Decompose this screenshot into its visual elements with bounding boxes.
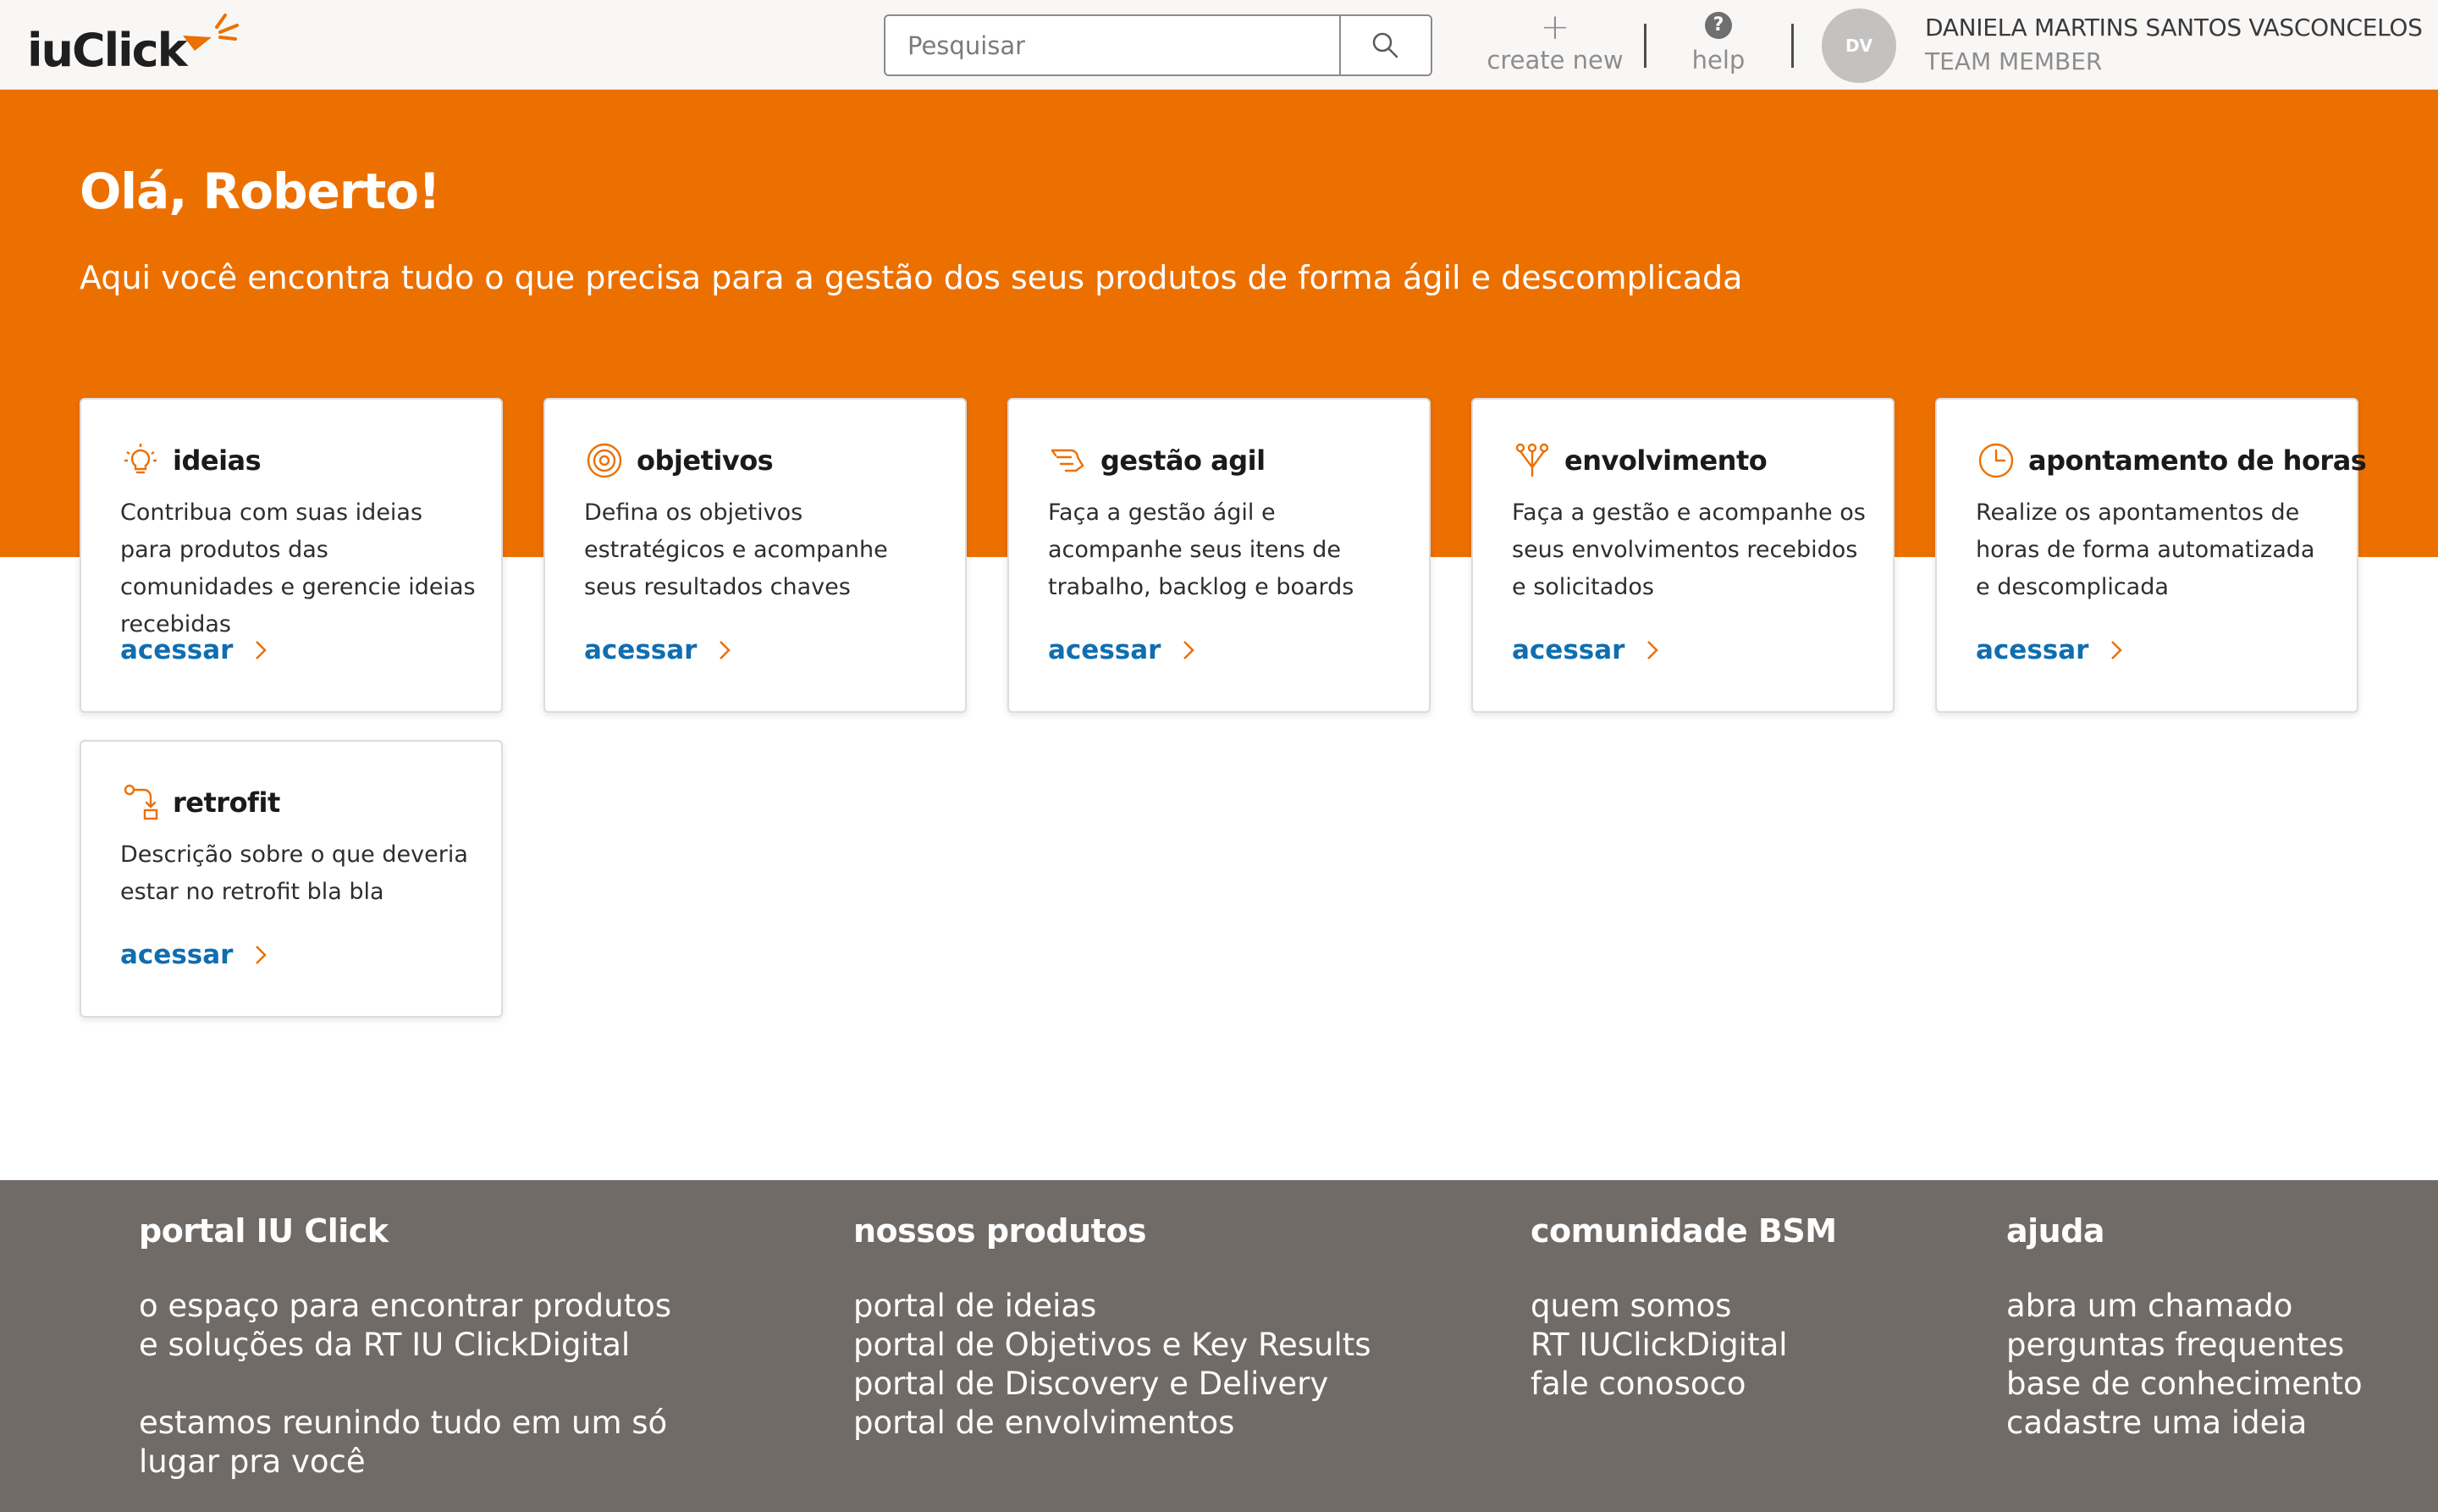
card-description: Realize os apontamentos de horas de form…	[1976, 499, 2315, 600]
card-description: Defina os objetivos estratégicos e acomp…	[584, 499, 888, 600]
branch-icon	[1512, 440, 1553, 481]
chevron-right-icon	[255, 945, 268, 965]
chevron-right-icon	[255, 640, 268, 660]
footer-link[interactable]: base de conhecimento	[2006, 1365, 2363, 1404]
card-description: Faça a gestão ágil e acompanhe seus iten…	[1048, 499, 1354, 600]
footer-column-ajuda: ajuda abra um chamado perguntas frequent…	[2006, 1212, 2363, 1443]
card-header: objetivos	[584, 440, 774, 481]
create-new-button[interactable]: + create new	[1483, 8, 1627, 85]
user-role: TEAM MEMBER	[1925, 47, 2103, 75]
user-name[interactable]: DANIELA MARTINS SANTOS VASCONCELOS	[1925, 14, 2423, 41]
card-objetivos[interactable]: objetivos Defina os objetivos estratégic…	[543, 398, 967, 713]
target-icon	[584, 440, 625, 481]
footer-column-produtos: nossos produtos portal de ideias portal …	[853, 1212, 1371, 1443]
search-button[interactable]	[1339, 16, 1431, 74]
card-retrofit[interactable]: retrofit Descrição sobre o que deveria e…	[80, 740, 503, 1018]
help-button[interactable]: ? help	[1683, 12, 1754, 85]
card-title: gestão agil	[1100, 444, 1266, 477]
chevron-right-icon	[1646, 640, 1659, 660]
top-header: iuClick + create new ? help DV DANIELA M…	[0, 0, 2438, 90]
footer-text: o espaço para encontrar produtos	[139, 1288, 672, 1324]
card-access-link[interactable]: acessar	[584, 635, 731, 665]
chevron-right-icon	[2110, 640, 2123, 660]
footer-heading: comunidade BSM	[1531, 1212, 1837, 1250]
footer-text: lugar pra você	[139, 1443, 366, 1480]
chevron-right-icon	[719, 640, 731, 660]
greeting-title: Olá, Roberto!	[80, 163, 441, 220]
footer-link[interactable]: RT IUClickDigital	[1531, 1326, 1837, 1365]
card-title: objetivos	[637, 444, 774, 477]
plus-icon: +	[1540, 6, 1570, 47]
card-header: envolvimento	[1512, 440, 1768, 481]
help-label: help	[1691, 46, 1746, 74]
page-footer: portal IU Click o espaço para encontrar …	[0, 1180, 2438, 1512]
footer-link[interactable]: fale conosoco	[1531, 1365, 1837, 1404]
card-access-link[interactable]: acessar	[1976, 635, 2123, 665]
card-access-label: acessar	[120, 940, 234, 970]
card-header: apontamento de horas	[1976, 440, 2367, 481]
card-title: envolvimento	[1564, 444, 1768, 477]
card-access-label: acessar	[1512, 635, 1625, 665]
user-avatar[interactable]: DV	[1822, 8, 1896, 83]
card-envolvimento[interactable]: envolvimento Faça a gestão e acompanhe o…	[1471, 398, 1895, 713]
card-title: ideias	[173, 444, 262, 477]
footer-link[interactable]: portal de Discovery e Delivery	[853, 1365, 1371, 1404]
logo-wordmark: iuClick	[27, 24, 188, 77]
card-access-link[interactable]: acessar	[1048, 635, 1195, 665]
logo-spark-icon	[183, 14, 239, 51]
footer-heading: nossos produtos	[853, 1212, 1147, 1250]
card-description: Contribua com suas ideias para produtos …	[120, 499, 476, 637]
search-icon	[1372, 32, 1398, 58]
footer-column-portal: portal IU Click o espaço para encontrar …	[139, 1212, 671, 1482]
help-icon: ?	[1705, 12, 1732, 39]
card-access-link[interactable]: acessar	[120, 940, 268, 970]
card-header: gestão agil	[1048, 440, 1266, 481]
card-apontamento-horas[interactable]: apontamento de horas Realize os apontame…	[1935, 398, 2367, 713]
search-input[interactable]	[885, 16, 1339, 74]
card-gestao-agil[interactable]: gestão agil Faça a gestão ágil e acompan…	[1007, 398, 1431, 713]
footer-link[interactable]: quem somos	[1531, 1287, 1837, 1326]
footer-heading: portal IU Click	[139, 1212, 389, 1250]
card-access-label: acessar	[1976, 635, 2089, 665]
card-access-link[interactable]: acessar	[120, 635, 268, 665]
iuclick-logo[interactable]: iuClick	[27, 12, 239, 80]
create-new-label: create new	[1487, 46, 1624, 74]
footer-link[interactable]: portal de envolvimentos	[853, 1404, 1371, 1443]
clock-icon	[1976, 440, 2016, 481]
footer-spacer	[139, 1365, 671, 1404]
agile-icon	[1048, 440, 1089, 481]
header-divider	[1791, 24, 1794, 68]
card-access-link[interactable]: acessar	[1512, 635, 1659, 665]
footer-link[interactable]: cadastre uma ideia	[2006, 1404, 2363, 1443]
chevron-right-icon	[1183, 640, 1195, 660]
footer-text: e soluções da RT IU ClickDigital	[139, 1327, 631, 1363]
footer-heading: ajuda	[2006, 1212, 2105, 1250]
footer-link[interactable]: abra um chamado	[2006, 1287, 2363, 1326]
footer-link[interactable]: portal de ideias	[853, 1287, 1371, 1326]
footer-text: estamos reunindo tudo em um só	[139, 1404, 668, 1441]
card-access-label: acessar	[1048, 635, 1161, 665]
card-title: retrofit	[173, 786, 280, 819]
card-access-label: acessar	[120, 635, 234, 665]
card-header: retrofit	[120, 782, 280, 823]
retrofit-icon	[120, 782, 161, 823]
card-ideias[interactable]: ideias Contribua com suas ideias para pr…	[80, 398, 503, 713]
footer-link[interactable]: portal de Objetivos e Key Results	[853, 1326, 1371, 1365]
card-header: ideias	[120, 440, 262, 481]
search-box	[884, 14, 1432, 76]
lightbulb-icon	[120, 440, 161, 481]
card-title: apontamento de horas	[2028, 444, 2367, 477]
header-divider	[1644, 24, 1646, 68]
footer-link[interactable]: perguntas frequentes	[2006, 1326, 2363, 1365]
card-access-label: acessar	[584, 635, 698, 665]
footer-column-comunidade: comunidade BSM quem somos RT IUClickDigi…	[1531, 1212, 1837, 1404]
greeting-subtitle: Aqui você encontra tudo o que precisa pa…	[80, 259, 1743, 296]
card-description: Faça a gestão e acompanhe os seus envolv…	[1512, 499, 1866, 600]
card-description: Descrição sobre o que deveria estar no r…	[120, 842, 468, 905]
